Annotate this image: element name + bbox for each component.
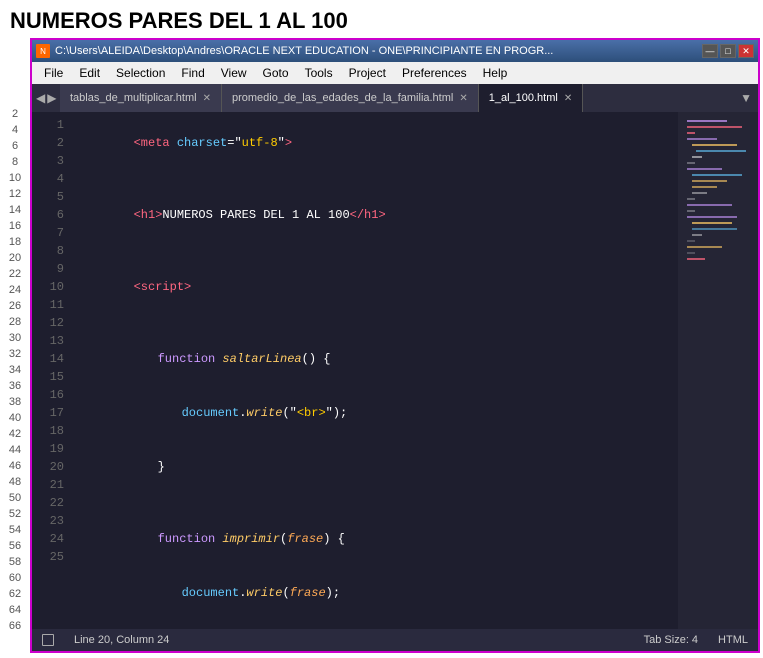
menu-bar: File Edit Selection Find View Goto Tools…: [32, 62, 758, 84]
code-line-7: function saltarLinea() {: [72, 332, 678, 386]
code-line-6: [72, 314, 678, 332]
menu-help[interactable]: Help: [475, 64, 516, 82]
tab-1al100-label: 1_al_100.html: [489, 92, 558, 104]
tab-nav-prev[interactable]: ◀: [36, 91, 45, 105]
minimap-content: [678, 112, 758, 629]
tab-tablas[interactable]: tablas_de_multiplicar.html ✕: [60, 84, 222, 112]
left-line-numbers: 2 4 6 8 10 12 14 16 18 20 22 24 26 28 30…: [0, 38, 30, 658]
code-editor[interactable]: <meta charset="utf-8"> <h1>NUMEROS PARES…: [72, 112, 678, 629]
code-line-3: <h1>NUMEROS PARES DEL 1 AL 100</h1>: [72, 188, 678, 242]
tab-promedio-close[interactable]: ✕: [459, 93, 467, 104]
line-number-gutter: 1 2 3 4 5 6 7 8 9 10 11 12 13 14 15 16 1…: [32, 112, 72, 629]
code-line-1: <meta charset="utf-8">: [72, 116, 678, 170]
minimap: [678, 112, 758, 629]
code-line-12: document.write(frase);: [72, 566, 678, 620]
tab-1al100[interactable]: 1_al_100.html ✕: [479, 84, 584, 112]
page-title: NUMEROS PARES DEL 1 AL 100: [0, 0, 763, 38]
minimize-button[interactable]: —: [702, 44, 718, 58]
code-line-5: <script>: [72, 260, 678, 314]
tab-1al100-close[interactable]: ✕: [564, 93, 572, 104]
editor-window: N C:\Users\ALEIDA\Desktop\Andres\ORACLE …: [30, 38, 760, 653]
code-line-4: [72, 242, 678, 260]
tab-promedio[interactable]: promedio_de_las_edades_de_la_familia.htm…: [222, 84, 479, 112]
menu-selection[interactable]: Selection: [108, 64, 173, 82]
maximize-button[interactable]: □: [720, 44, 736, 58]
tab-dropdown-button[interactable]: ▼: [734, 84, 758, 112]
tab-tablas-close[interactable]: ✕: [203, 93, 211, 104]
window-controls: — □ ✕: [702, 44, 754, 58]
minimap-svg: [682, 116, 754, 456]
code-line-9: }: [72, 440, 678, 494]
tab-tablas-label: tablas_de_multiplicar.html: [70, 92, 197, 104]
close-button[interactable]: ✕: [738, 44, 754, 58]
status-bar: Line 20, Column 24 Tab Size: 4 HTML: [32, 629, 758, 651]
status-line-col: Line 20, Column 24: [74, 634, 169, 646]
title-bar-text: C:\Users\ALEIDA\Desktop\Andres\ORACLE NE…: [55, 45, 702, 57]
code-line-11: function imprimir(frase) {: [72, 512, 678, 566]
tab-bar: ◀ ▶ tablas_de_multiplicar.html ✕ promedi…: [32, 84, 758, 112]
menu-project[interactable]: Project: [341, 64, 394, 82]
monitor-icon: [42, 634, 54, 646]
status-tab-size: Tab Size: 4: [644, 634, 698, 646]
code-line-13: saltarLinea();: [72, 620, 678, 629]
tab-promedio-label: promedio_de_las_edades_de_la_familia.htm…: [232, 92, 453, 104]
menu-goto[interactable]: Goto: [255, 64, 297, 82]
code-line-2: [72, 170, 678, 188]
menu-find[interactable]: Find: [173, 64, 212, 82]
status-monitor-icon: [42, 634, 54, 646]
app-icon: N: [36, 44, 50, 58]
tab-nav-next[interactable]: ▶: [47, 91, 56, 105]
menu-edit[interactable]: Edit: [71, 64, 108, 82]
menu-preferences[interactable]: Preferences: [394, 64, 475, 82]
menu-tools[interactable]: Tools: [297, 64, 341, 82]
code-area: 1 2 3 4 5 6 7 8 9 10 11 12 13 14 15 16 1…: [32, 112, 758, 629]
menu-view[interactable]: View: [213, 64, 255, 82]
status-language: HTML: [718, 634, 748, 646]
code-line-8: document.write("<br>");: [72, 386, 678, 440]
code-line-10: [72, 494, 678, 512]
title-bar: N C:\Users\ALEIDA\Desktop\Andres\ORACLE …: [32, 40, 758, 62]
menu-file[interactable]: File: [36, 64, 71, 82]
